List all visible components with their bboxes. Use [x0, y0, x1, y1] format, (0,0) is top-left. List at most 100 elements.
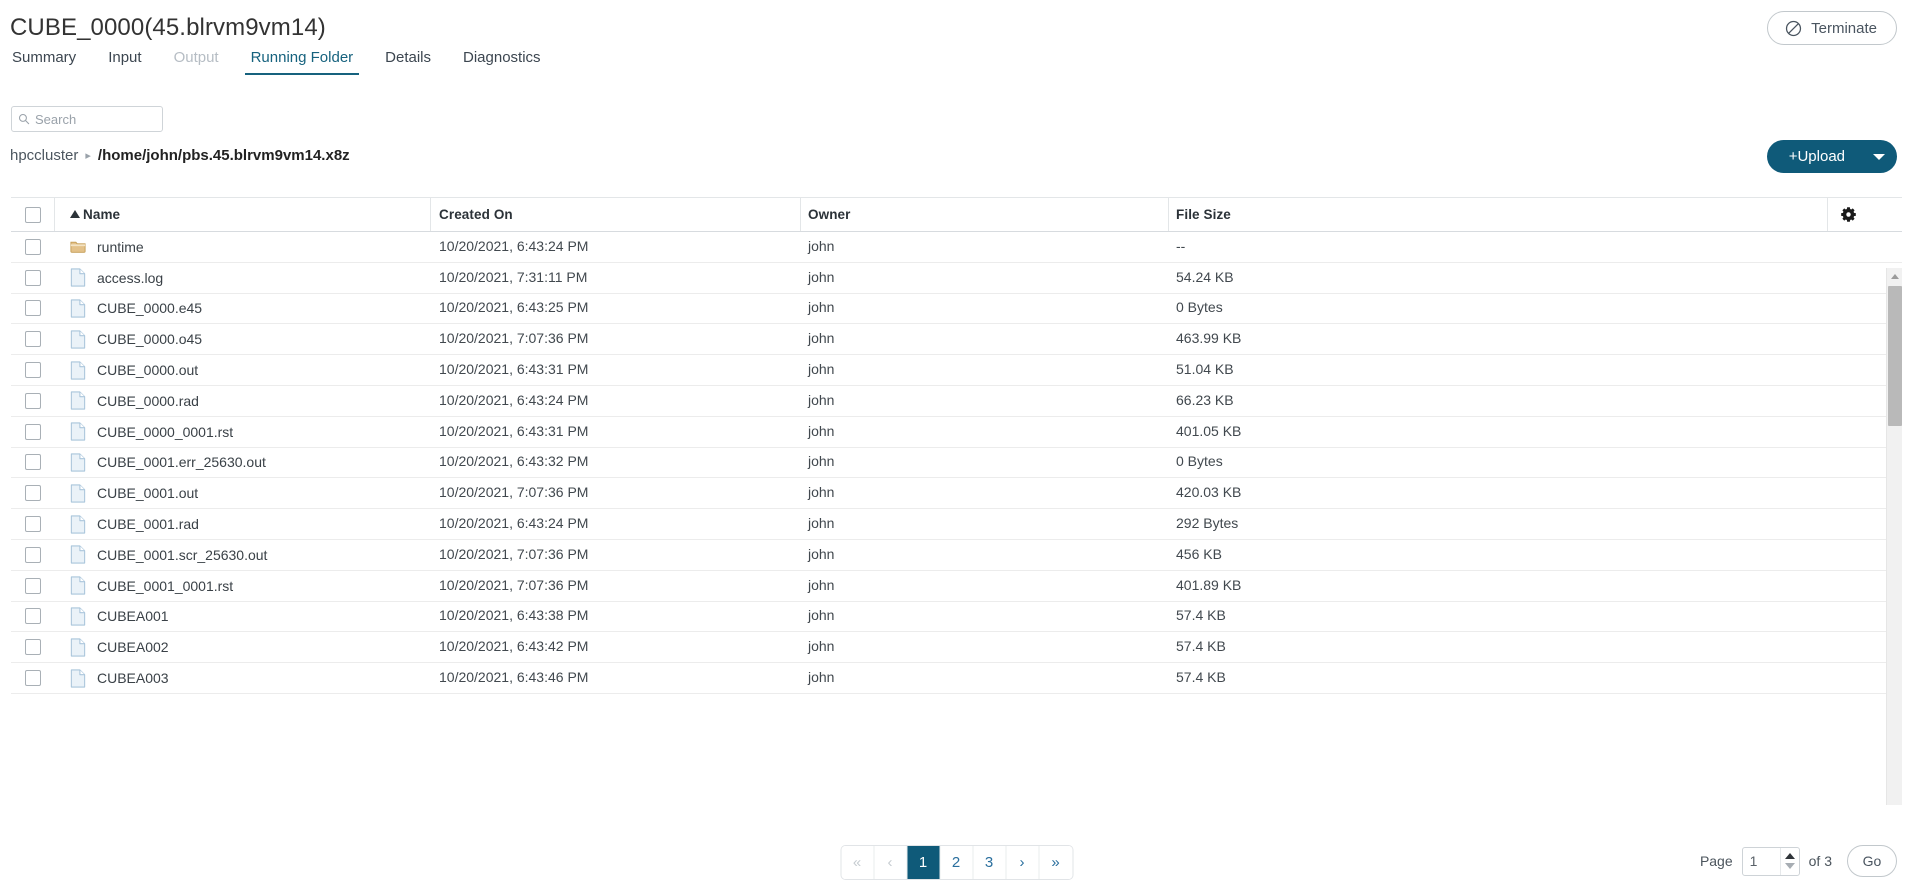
row-name[interactable]: access.log [97, 270, 163, 286]
row-checkbox[interactable] [25, 608, 41, 625]
row-name[interactable]: runtime [97, 239, 144, 255]
stepper-decrement-icon[interactable] [1784, 863, 1795, 869]
terminate-button[interactable]: Terminate [1767, 11, 1897, 45]
tab-details[interactable]: Details [369, 50, 447, 75]
stepper-increment-icon[interactable] [1784, 853, 1795, 859]
row-name-cell[interactable]: CUBE_0001.rad [55, 514, 431, 534]
row-name[interactable]: CUBEA003 [97, 670, 169, 686]
column-settings-cell[interactable] [1827, 198, 1869, 231]
breadcrumb-current-path[interactable]: /home/john/pbs.45.blrvm9vm14.x8z [98, 148, 350, 164]
row-checkbox[interactable] [25, 546, 41, 563]
row-checkbox[interactable] [25, 331, 41, 348]
row-checkbox[interactable] [25, 639, 41, 656]
table-row[interactable]: CUBE_0000.o45 10/20/2021, 7:07:36 PM john 4… [11, 324, 1902, 356]
table-row[interactable]: access.log 10/20/2021, 7:31:11 PM john 54.2… [11, 263, 1902, 294]
row-name[interactable]: CUBE_0001_0001.rst [97, 578, 233, 594]
table-row[interactable]: CUBE_0001_0001.rst 10/20/2021, 7:07:36 PM… [11, 571, 1902, 602]
row-name[interactable]: CUBEA002 [97, 639, 169, 655]
page-number-input[interactable] [1742, 853, 1779, 869]
file-icon [70, 361, 86, 380]
row-checkbox[interactable] [25, 423, 41, 440]
upload-button[interactable]: +Upload [1767, 140, 1861, 173]
tab-running-folder[interactable]: Running Folder [235, 50, 370, 75]
row-name-cell[interactable]: CUBE_0000.out [55, 361, 431, 380]
row-name-cell[interactable]: CUBEA003 [55, 668, 431, 688]
row-name-cell[interactable]: runtime [55, 237, 431, 256]
row-checkbox[interactable] [25, 485, 41, 502]
search-input[interactable] [35, 111, 156, 127]
row-created-on-cell: 10/20/2021, 6:43:24 PM [431, 238, 801, 256]
row-checkbox[interactable] [25, 516, 41, 533]
row-checkbox[interactable] [25, 670, 41, 687]
row-name[interactable]: CUBEA001 [97, 608, 169, 624]
pagination-first[interactable]: « [841, 846, 874, 879]
table-row[interactable]: CUBE_0001.out 10/20/2021, 7:07:36 PM john 4… [11, 478, 1902, 510]
breadcrumb-root[interactable]: hpccluster [10, 148, 78, 164]
row-name-cell[interactable]: CUBE_0000.rad [55, 391, 431, 410]
row-name-cell[interactable]: CUBE_0001.out [55, 484, 431, 503]
row-name-cell[interactable]: CUBE_0001_0001.rst [55, 576, 431, 595]
table-row[interactable]: CUBE_0000.e45 10/20/2021, 6:43:25 PM john 0… [11, 294, 1902, 325]
row-name-cell[interactable]: CUBEA001 [55, 607, 431, 626]
row-name[interactable]: CUBE_0000.e45 [97, 300, 202, 316]
tab-input[interactable]: Input [92, 50, 157, 75]
tab-summary[interactable]: Summary [12, 50, 92, 75]
row-name-cell[interactable]: CUBE_0001.scr_25630.out [55, 545, 431, 564]
row-checkbox[interactable] [25, 300, 41, 317]
gear-icon[interactable] [1840, 206, 1857, 223]
table-row[interactable]: runtime 10/20/2021, 6:43:24 PM john -- [11, 232, 1902, 263]
pagination-prev[interactable]: ‹ [874, 846, 907, 879]
row-name[interactable]: CUBE_0000_0001.rst [97, 424, 233, 440]
row-name[interactable]: CUBE_0001.rad [97, 516, 199, 532]
pagination-next[interactable]: › [1006, 846, 1039, 879]
row-name[interactable]: CUBE_0001.out [97, 485, 198, 501]
pagination-last[interactable]: » [1039, 846, 1072, 879]
pagination-page-1[interactable]: 1 [907, 846, 940, 879]
column-header-owner[interactable]: Owner [801, 198, 1169, 231]
tab-diagnostics[interactable]: Diagnostics [447, 50, 557, 75]
row-owner-cell: john [801, 546, 1169, 564]
row-name-cell[interactable]: CUBE_0001.err_25630.out [55, 453, 431, 472]
row-name-cell[interactable]: access.log [55, 268, 431, 287]
pagination-page-2[interactable]: 2 [940, 846, 973, 879]
row-name-cell[interactable]: CUBEA002 [55, 638, 431, 657]
table-vertical-scrollbar[interactable] [1886, 268, 1902, 805]
table-row[interactable]: CUBE_0001.err_25630.out 10/20/2021, 6:43:… [11, 448, 1902, 479]
scrollbar-thumb[interactable] [1888, 286, 1902, 426]
row-name[interactable]: CUBE_0001.scr_25630.out [97, 547, 267, 563]
row-name-cell[interactable]: CUBE_0000_0001.rst [55, 422, 431, 441]
upload-dropdown-toggle[interactable] [1861, 140, 1897, 173]
row-name[interactable]: CUBE_0000.rad [97, 393, 199, 409]
pagination-page-3[interactable]: 3 [973, 846, 1006, 879]
row-name-cell[interactable]: CUBE_0000.o45 [55, 330, 431, 349]
column-header-file-size[interactable]: File Size [1169, 198, 1827, 231]
row-checkbox[interactable] [25, 577, 41, 594]
column-header-name[interactable]: Name [55, 198, 431, 231]
row-checkbox[interactable] [25, 269, 41, 286]
page-number-stepper[interactable] [1741, 846, 1800, 876]
scroll-up-button[interactable] [1887, 268, 1902, 284]
table-row[interactable]: CUBE_0001.scr_25630.out 10/20/2021, 7:07:… [11, 540, 1902, 571]
row-name[interactable]: CUBE_0000.out [97, 362, 198, 378]
table-row[interactable]: CUBE_0000_0001.rst 10/20/2021, 6:43:31 PM… [11, 417, 1902, 448]
row-name[interactable]: CUBE_0000.o45 [97, 331, 202, 347]
row-checkbox[interactable] [25, 454, 41, 471]
table-row[interactable]: CUBEA003 10/20/2021, 6:43:46 PM john 57.4 K… [11, 663, 1902, 694]
table-row[interactable]: CUBEA002 10/20/2021, 6:43:42 PM john 57.4 K… [11, 632, 1902, 664]
row-checkbox[interactable] [25, 362, 41, 379]
table-row[interactable]: CUBE_0000.rad 10/20/2021, 6:43:24 PM john 6… [11, 386, 1902, 417]
select-all-checkbox[interactable] [24, 206, 41, 223]
table-row[interactable]: CUBE_0000.out 10/20/2021, 6:43:31 PM john 5… [11, 355, 1902, 386]
row-created-on: 10/20/2021, 6:43:31 PM [439, 361, 589, 378]
row-file-size-cell: 292 Bytes [1169, 515, 1869, 533]
column-header-created-on[interactable]: Created On [431, 198, 801, 231]
go-button[interactable]: Go [1847, 845, 1897, 877]
row-checkbox[interactable] [25, 392, 41, 409]
row-checkbox[interactable] [25, 238, 41, 255]
search-box[interactable] [11, 106, 163, 132]
upload-button-group[interactable]: +Upload [1766, 140, 1897, 173]
row-name-cell[interactable]: CUBE_0000.e45 [55, 299, 431, 318]
table-row[interactable]: CUBE_0001.rad 10/20/2021, 6:43:24 PM john 2… [11, 509, 1902, 540]
row-name[interactable]: CUBE_0001.err_25630.out [97, 454, 266, 470]
table-row[interactable]: CUBEA001 10/20/2021, 6:43:38 PM john 57.4 K… [11, 602, 1902, 633]
